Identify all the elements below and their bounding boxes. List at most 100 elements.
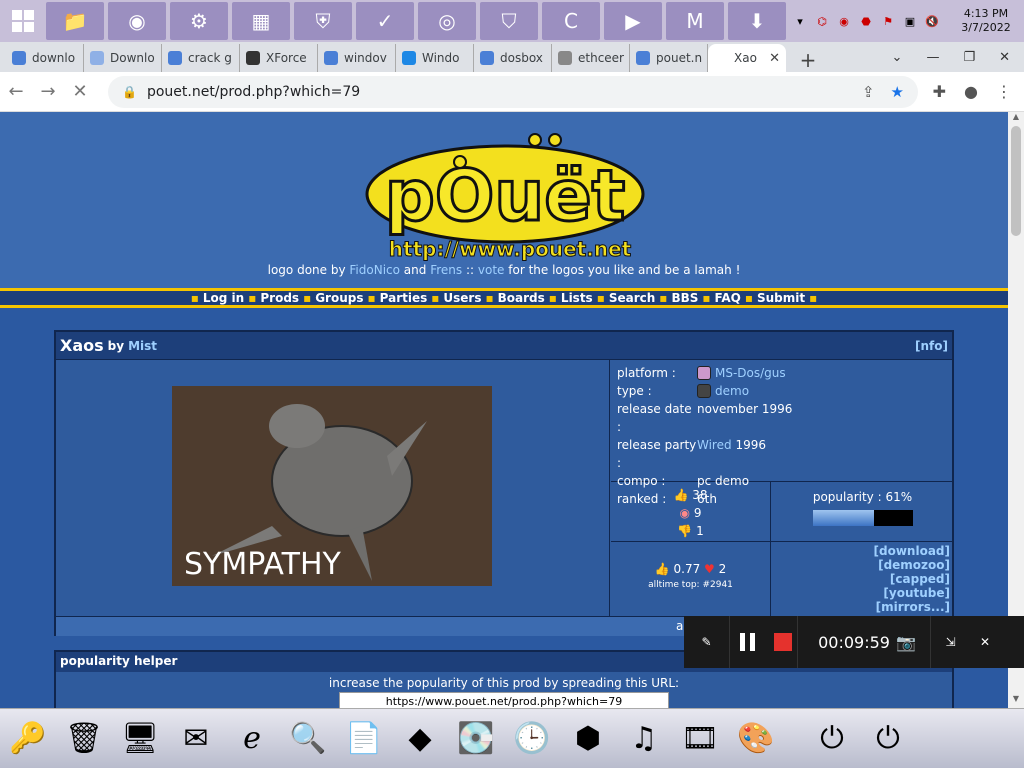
taskbar-app-app-shield-blue[interactable]: ⛉: [480, 2, 538, 40]
prod-link[interactable]: [download]: [775, 544, 950, 558]
credit-vote-link[interactable]: vote: [478, 263, 505, 277]
rtf-icon[interactable]: 📄: [339, 714, 389, 764]
release-party-link[interactable]: Wired: [697, 438, 732, 452]
nav-link-bbs[interactable]: BBS: [671, 291, 698, 305]
stop-loading-button[interactable]: ✕: [64, 81, 96, 102]
taskbar-app-security-check[interactable]: ✓: [356, 2, 414, 40]
credit-author-fidonico[interactable]: FidoNico: [349, 263, 400, 277]
clock[interactable]: 4:13 PM 3/7/2022: [956, 7, 1016, 35]
taskbar-app-installer[interactable]: ⬇: [728, 2, 786, 40]
nav-link-search[interactable]: Search: [609, 291, 655, 305]
logo-wordmark: pOuët: [385, 155, 625, 237]
network-tray-icon[interactable]: ▣: [902, 13, 918, 29]
chevron-up-icon[interactable]: ▾: [792, 13, 808, 29]
extensions-puzzle-icon[interactable]: ✚: [933, 82, 946, 101]
logoff-icon[interactable]: ⏻: [807, 714, 857, 764]
flag-icon[interactable]: ⚑: [880, 13, 896, 29]
taskbar-app-file-explorer[interactable]: 📁: [46, 2, 104, 40]
nav-link-parties[interactable]: Parties: [380, 291, 428, 305]
share-icon[interactable]: ⇪: [862, 83, 875, 101]
tab[interactable]: XForce: [240, 44, 318, 72]
tab[interactable]: crack g: [162, 44, 240, 72]
minimize-button[interactable]: —: [926, 50, 939, 65]
credit-author-frens[interactable]: Frens: [430, 263, 462, 277]
lock-icon[interactable]: 🔒: [122, 85, 137, 99]
taskbar-app-app-red[interactable]: ◎: [418, 2, 476, 40]
ie-icon[interactable]: ℯ: [227, 714, 277, 764]
taskbar-app-vpn-shield[interactable]: ⛨: [294, 2, 352, 40]
tab[interactable]: dosbox: [474, 44, 552, 72]
paint-icon[interactable]: 🎨: [731, 714, 781, 764]
platform-link[interactable]: MS-Dos/gus: [715, 364, 786, 382]
nav-link-groups[interactable]: Groups: [315, 291, 363, 305]
start-button[interactable]: [0, 0, 46, 42]
tab[interactable]: Windo: [396, 44, 474, 72]
pouet-logo[interactable]: pOuët http://www.pouet.net: [360, 132, 650, 262]
gear-hex-icon[interactable]: ⬢: [563, 714, 613, 764]
search-icon[interactable]: 🔍: [283, 714, 333, 764]
trash-icon[interactable]: 🗑: [59, 714, 109, 764]
drive-icon[interactable]: 💽: [451, 714, 501, 764]
close-tab-icon[interactable]: ✕: [769, 51, 780, 66]
cube-icon[interactable]: ◆: [395, 714, 445, 764]
prod-link[interactable]: [capped]: [775, 572, 950, 586]
recorder-tray-icon[interactable]: ◉: [836, 13, 852, 29]
nav-link-log-in[interactable]: Log in: [203, 291, 244, 305]
restore-button[interactable]: ❐: [963, 50, 975, 65]
nav-link-prods[interactable]: Prods: [260, 291, 299, 305]
profile-icon[interactable]: ●: [964, 82, 978, 101]
power-icon[interactable]: ⏻: [863, 714, 913, 764]
taskbar-app-chrome[interactable]: ◉: [108, 2, 166, 40]
nav-link-users[interactable]: Users: [443, 291, 481, 305]
tab[interactable]: Downlo: [84, 44, 162, 72]
forward-button[interactable]: →: [32, 81, 64, 102]
taskbar-app-screen-recorder[interactable]: ▶: [604, 2, 662, 40]
helper-url-field[interactable]: https://www.pouet.net/prod.php?which=79: [339, 692, 669, 708]
tab[interactable]: ethceer: [552, 44, 630, 72]
music-icon[interactable]: ♫: [619, 714, 669, 764]
prod-link[interactable]: [youtube]: [775, 586, 950, 600]
pause-button[interactable]: [730, 616, 768, 668]
prod-link[interactable]: [demozoo]: [775, 558, 950, 572]
tab-search-icon[interactable]: ⌄: [892, 50, 903, 65]
stop-button[interactable]: [768, 616, 798, 668]
prod-group-link[interactable]: Mist: [128, 339, 157, 353]
scroll-down-arrow[interactable]: ▼: [1008, 694, 1024, 708]
camera-icon[interactable]: 📷: [896, 633, 916, 652]
close-window-button[interactable]: ✕: [999, 50, 1010, 65]
close-recorder-button[interactable]: ✕: [970, 616, 1000, 668]
url-text[interactable]: pouet.net/prod.php?which=79: [147, 84, 360, 100]
menu-dots-icon[interactable]: ⋮: [996, 82, 1012, 101]
type-link[interactable]: demo: [715, 382, 749, 400]
nav-link-faq[interactable]: FAQ: [715, 291, 741, 305]
omnibox[interactable]: 🔒 pouet.net/prod.php?which=79 ⇪ ★: [108, 76, 918, 108]
tab[interactable]: pouet.n: [630, 44, 708, 72]
keychain-icon[interactable]: 🔑: [3, 714, 53, 764]
annotate-pen-button[interactable]: ✎: [684, 616, 730, 668]
network-icon[interactable]: 🖥: [115, 714, 165, 764]
back-button[interactable]: ←: [0, 81, 32, 102]
nav-link-submit[interactable]: Submit: [757, 291, 805, 305]
nav-link-lists[interactable]: Lists: [561, 291, 593, 305]
taskbar-app-malwarebytes[interactable]: M: [666, 2, 724, 40]
scroll-up-arrow[interactable]: ▲: [1008, 112, 1024, 126]
acrobat-icon[interactable]: ⌬: [814, 13, 830, 29]
taskbar-app-settings[interactable]: ⚙: [170, 2, 228, 40]
nav-link-boards[interactable]: Boards: [498, 291, 545, 305]
volume-muted-icon[interactable]: 🔇: [924, 13, 940, 29]
scroll-thumb[interactable]: [1011, 126, 1021, 236]
antivirus-tray-icon[interactable]: ⬣: [858, 13, 874, 29]
taskbar-app-control-panel[interactable]: ▦: [232, 2, 290, 40]
tab-active[interactable]: Xao ✕: [708, 44, 786, 72]
bookmark-star-icon[interactable]: ★: [891, 83, 904, 101]
new-tab-button[interactable]: +: [796, 48, 820, 72]
clock-folder-icon[interactable]: 🕒: [507, 714, 557, 764]
media-icon[interactable]: 🎞: [675, 714, 725, 764]
prod-link[interactable]: [mirrors...]: [775, 600, 950, 614]
nfo-link[interactable]: [nfo]: [915, 339, 948, 353]
taskbar-app-ccleaner[interactable]: C: [542, 2, 600, 40]
mail-icon[interactable]: ✉: [171, 714, 221, 764]
tab[interactable]: windov: [318, 44, 396, 72]
tab[interactable]: downlo: [6, 44, 84, 72]
minimize-recorder-button[interactable]: ⇲: [930, 616, 970, 668]
